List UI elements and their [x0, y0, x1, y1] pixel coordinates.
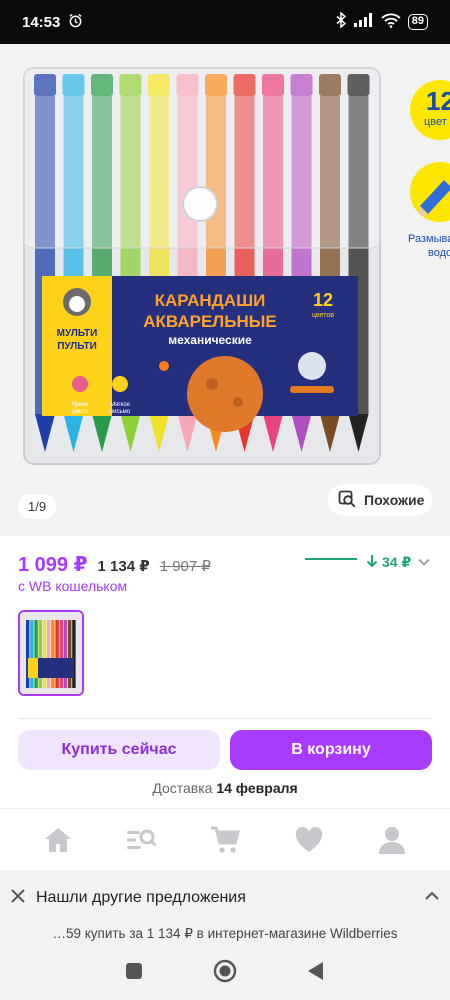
feature-1b: цвета [72, 409, 88, 415]
thumbnail-image [20, 612, 82, 694]
signal-icon [353, 13, 374, 31]
side-badge-12-colors: 12 цвет [410, 80, 450, 140]
offer-subtitle: …59 купить за 1 134 ₽ в интернет-магазин… [0, 926, 450, 946]
feature-2a: Мягкое [110, 402, 130, 408]
label-title-1: КАРАНДАШИ [155, 291, 266, 310]
recents-square-icon[interactable] [125, 962, 143, 985]
status-time: 14:53 [22, 13, 61, 31]
home-circle-icon[interactable] [213, 959, 237, 988]
current-price: 1 134 ₽ [97, 558, 150, 575]
product-photo[interactable]: МУЛЬТИ ПУЛЬТИ КАРАНДАШИ АКВАРЕЛЬНЫЕ меха… [0, 44, 400, 474]
bottom-nav [0, 808, 450, 870]
side-badge-watercolor [410, 162, 450, 222]
similar-label: Похожие [364, 492, 425, 508]
price-trend[interactable]: 34 ₽ [366, 554, 411, 571]
profile-icon[interactable] [372, 820, 412, 860]
label-count: 12 [313, 290, 333, 310]
add-to-cart-button[interactable]: В корзину [230, 730, 432, 770]
cart-icon[interactable] [205, 820, 245, 860]
catalog-search-icon[interactable] [121, 820, 161, 860]
label-title-2: АКВАРЕЛЬНЫЕ [143, 312, 276, 331]
pencil-brush-icon [417, 180, 450, 218]
old-price: 1 907 ₽ [159, 558, 211, 575]
delivery-date: 14 февраля [216, 780, 298, 796]
price-trend-value: 34 ₽ [382, 554, 412, 570]
chevron-down-icon[interactable] [418, 554, 430, 570]
close-icon[interactable] [10, 888, 26, 909]
divider [18, 718, 432, 719]
product-gallery[interactable]: МУЛЬТИ ПУЛЬТИ КАРАНДАШИ АКВАРЕЛЬНЫЕ меха… [0, 44, 450, 536]
side-badge-number: 12 [426, 86, 450, 116]
photo-thumbnail[interactable] [18, 610, 84, 696]
status-bar: 14:53 89 [0, 0, 450, 44]
side-caption-1: Размыва [408, 233, 450, 245]
buy-now-button[interactable]: Купить сейчас [18, 730, 220, 770]
wifi-icon [381, 13, 401, 32]
feature-1a: Яркие [72, 402, 90, 408]
label-subtitle: механические [168, 333, 252, 347]
label-count-word: цветов [312, 312, 334, 319]
alarm-icon [68, 13, 83, 32]
wallet-label[interactable]: с WB кошельком [18, 578, 127, 594]
offer-title: Нашли другие предложения [36, 889, 246, 906]
chevron-up-icon[interactable] [424, 889, 440, 907]
price-row: 1 099 ₽ 1 134 ₽ 1 907 ₽ [18, 552, 211, 577]
photo-counter: 1/9 [18, 494, 57, 519]
feature-2b: письмо [110, 409, 131, 415]
back-triangle-icon[interactable] [307, 961, 325, 986]
arrow-down-icon [366, 554, 378, 571]
brand-text-1: МУЛЬТИ [57, 328, 98, 339]
price-trend-line [305, 558, 357, 560]
side-caption-2: водо [428, 247, 450, 259]
wallet-price: 1 099 ₽ [18, 554, 88, 576]
similar-button[interactable]: Похожие [328, 484, 432, 516]
battery-indicator: 89 [407, 14, 428, 30]
similar-search-icon [338, 490, 356, 511]
delivery-label: Доставка [152, 780, 213, 796]
offer-banner[interactable]: Нашли другие предложения [0, 870, 450, 926]
system-nav-bar [0, 946, 450, 1000]
home-icon[interactable] [38, 820, 78, 860]
heart-icon[interactable] [289, 820, 329, 860]
bluetooth-icon [335, 11, 347, 32]
brand-text-2: ПУЛЬТИ [57, 341, 97, 352]
delivery-info: Доставка 14 февраля [0, 780, 450, 796]
side-badge-word: цвет [424, 116, 447, 128]
